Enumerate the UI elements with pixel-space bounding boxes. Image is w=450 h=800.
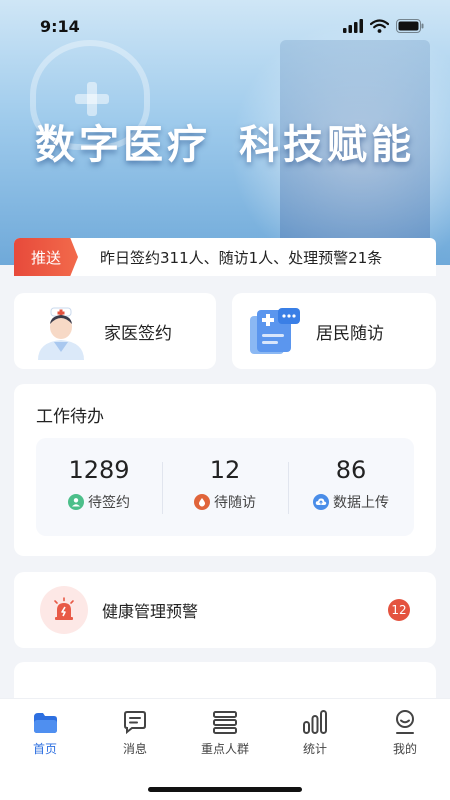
medical-cross-icon xyxy=(75,82,109,116)
status-bar: 9:14 xyxy=(0,0,450,52)
quick-action-label: 家医签约 xyxy=(104,323,172,344)
todo-sub: 待随访 xyxy=(194,492,256,512)
tab-mine[interactable]: 我的 xyxy=(360,699,450,769)
bar-stats-icon xyxy=(303,710,327,734)
todo-pending-sign[interactable]: 1289 待签约 xyxy=(36,438,162,536)
tab-label: 统计 xyxy=(302,742,327,756)
banner-title: 数字医疗 科技赋能 xyxy=(0,112,450,170)
quick-action-label: 居民随访 xyxy=(316,323,384,344)
push-notice-bar[interactable]: 推送 昨日签约311人、随访1人、处理预警21条 xyxy=(14,238,436,276)
family-doctor-sign-card[interactable]: 家医签约 xyxy=(14,293,216,369)
tab-messages[interactable]: 消息 xyxy=(90,699,180,769)
tab-label: 消息 xyxy=(122,742,147,756)
bottom-tab-bar: 首页 消息 重点人群 统计 我的 xyxy=(0,698,450,800)
tab-label: 重点人群 xyxy=(200,742,249,756)
status-icons xyxy=(343,19,424,33)
resident-followup-card[interactable]: 居民随访 xyxy=(232,293,436,369)
tab-key-groups[interactable]: 重点人群 xyxy=(180,699,270,769)
banner-title-right: 科技赋能 xyxy=(239,122,415,168)
tab-home[interactable]: 首页 xyxy=(0,699,90,769)
tab-label: 首页 xyxy=(32,742,57,756)
message-icon xyxy=(124,711,146,735)
status-time: 9:14 xyxy=(40,16,80,36)
todo-label: 待随访 xyxy=(214,495,256,511)
cellular-signal-icon xyxy=(343,19,363,33)
push-tag: 推送 xyxy=(14,238,78,276)
todo-value: 12 xyxy=(209,456,241,484)
todo-sub: 待签约 xyxy=(68,492,130,512)
todo-stats: 1289 待签约 12 待随访 86 数据上传 xyxy=(36,438,414,536)
cloud-upload-icon xyxy=(313,494,329,510)
battery-icon xyxy=(396,19,424,33)
todo-data-upload[interactable]: 86 数据上传 xyxy=(288,438,414,536)
push-notice-text: 昨日签约311人、随访1人、处理预警21条 xyxy=(100,248,383,267)
followup-document-icon xyxy=(250,308,300,354)
alert-count-badge: 12 xyxy=(388,599,410,621)
work-todo-title: 工作待办 xyxy=(36,407,104,427)
doctor-avatar-icon xyxy=(38,307,84,360)
health-alert-card[interactable]: 健康管理预警 12 xyxy=(14,572,436,648)
work-todo-card: 工作待办 1289 待签约 12 待随访 86 数据上传 xyxy=(14,384,436,556)
home-indicator xyxy=(148,787,302,792)
health-alert-label: 健康管理预警 xyxy=(102,602,199,621)
tab-stats[interactable]: 统计 xyxy=(270,699,360,769)
list-icon xyxy=(213,711,237,734)
todo-sub: 数据上传 xyxy=(313,492,389,512)
wifi-icon xyxy=(370,19,389,33)
todo-value: 86 xyxy=(335,456,367,484)
todo-value: 1289 xyxy=(68,456,130,484)
user-icon xyxy=(68,494,84,510)
todo-pending-followup[interactable]: 12 待随访 xyxy=(162,438,288,536)
siren-icon xyxy=(40,586,88,634)
home-icon xyxy=(34,713,57,733)
todo-label: 数据上传 xyxy=(333,495,389,511)
todo-label: 待签约 xyxy=(88,495,130,511)
profile-icon xyxy=(396,710,414,734)
banner-title-left: 数字医疗 xyxy=(35,122,211,168)
tab-label: 我的 xyxy=(392,742,417,756)
drop-icon xyxy=(194,494,210,510)
